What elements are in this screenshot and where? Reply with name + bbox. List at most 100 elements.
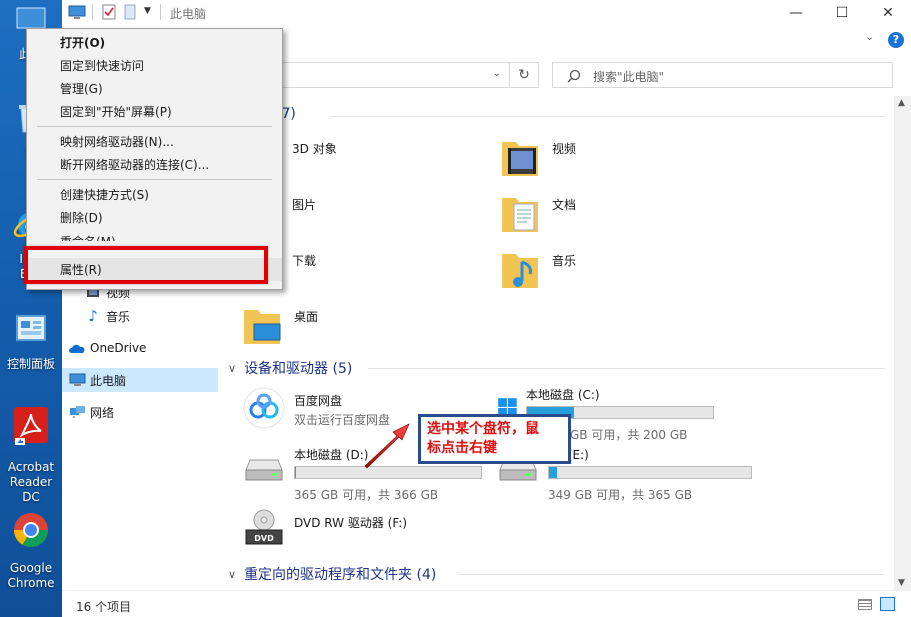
folder-name: 文档 [552,198,577,212]
qat-dropdown-icon[interactable]: ▼ [144,6,151,16]
nav-item-label: OneDrive [90,341,147,355]
folder-documents[interactable]: 文档 [500,192,720,240]
drive-f-dvd[interactable]: DVD DVD RW 驱动器 (F:) [242,508,492,560]
vertical-scrollbar[interactable]: ▲ ▼ [894,96,911,590]
group-divider [330,116,885,117]
desktop-icon-acrobat[interactable]: Acrobat Reader DC [0,405,62,505]
drive-free-space: GB 可用，共 200 GB [570,428,688,442]
control-panel-icon [16,315,46,341]
folder-name: 音乐 [552,254,577,268]
help-icon[interactable]: ? [888,32,904,48]
computer-icon [68,5,86,19]
group-title: 设备和驱动器 (5) [244,361,353,377]
network-icon [68,404,86,420]
desktop-icon-label: Acrobat Reader DC [7,460,55,504]
acrobat-reader-icon [14,407,48,445]
desktop-icon-label: 控制面板 [6,357,55,371]
drive-free-space: 365 GB 可用，共 366 GB [294,488,439,502]
chrome-icon [14,513,48,547]
folder-videos[interactable]: 视频 [500,136,720,184]
drive-usage-fill [549,467,558,478]
expand-ribbon-icon[interactable]: ⌄ [865,30,874,43]
nav-item-label: 此电脑 [90,373,127,388]
minimize-button[interactable]: — [773,0,819,26]
nav-item-onedrive[interactable]: OneDrive [62,336,218,360]
search-icon [567,69,581,83]
scroll-up-icon[interactable]: ▲ [898,98,905,108]
drive-free-space: 349 GB 可用，共 365 GB [548,488,693,502]
menu-item-delete[interactable]: 删除(D) [27,206,282,229]
collapse-chevron-icon: ∨ [228,361,237,375]
refresh-button[interactable]: ↻ [509,62,539,88]
folder-music[interactable]: 音乐 [500,248,720,296]
nav-item-music[interactable]: ♪ 音乐 [62,304,218,328]
dvd-drive-icon: DVD [245,509,283,545]
folder-name: 图片 [292,198,317,212]
baidu-netdisk-icon [243,387,285,429]
menu-item-disconnect-drive[interactable]: 断开网络驱动器的连接(C)... [27,153,282,176]
qat-divider [160,4,161,20]
redirected-group-header[interactable]: ∨ 重定向的驱动程序和文件夹 (4) [228,564,436,584]
drive-name: 百度网盘 [294,394,343,408]
folder-name: 桌面 [294,310,319,324]
properties-icon[interactable] [102,4,116,20]
qat-divider [92,4,93,20]
nav-item-network[interactable]: 网络 [62,400,218,424]
annotation-line: 标点击右键 [427,440,497,456]
menu-separator [37,126,272,127]
dvd-label: DVD [254,534,274,543]
folder-desktop[interactable]: 桌面 [242,304,462,352]
folder-name: 3D 对象 [292,142,337,156]
drive-name: 本地磁盘 (C:) [526,388,600,402]
annotation-callout: 选中某个盘符，鼠 标点击右键 [418,414,571,464]
hard-drive-icon [245,459,283,481]
videos-folder-icon [502,142,538,176]
annotation-line: 选中某个盘符，鼠 [427,421,539,437]
maximize-button[interactable]: ☐ [819,0,865,26]
address-dropdown-icon[interactable]: ⌄ [493,68,501,79]
music-icon: ♪ [88,307,98,325]
desktop-icon-control-panel[interactable]: 控制面板 [0,310,62,372]
group-divider [368,368,885,369]
computer-icon [68,372,86,388]
menu-item-rename[interactable]: 重命名(M) [27,229,282,241]
address-input[interactable]: ⌄ [278,62,510,88]
search-placeholder: 搜索"此电脑" [593,70,665,84]
documents-folder-icon [502,198,538,232]
menu-item-pin-start[interactable]: 固定到"开始"屏幕(P) [27,100,282,123]
devices-group-header[interactable]: ∨ 设备和驱动器 (5) [228,358,352,378]
onedrive-icon [68,340,86,356]
close-button[interactable]: ✕ [865,0,911,26]
collapse-chevron-icon: ∨ [228,567,237,581]
scroll-down-icon[interactable]: ▼ [898,578,905,588]
item-count: 16 个项目 [76,600,132,614]
desktop-icon-chrome[interactable]: Google Chrome [0,510,62,591]
status-bar: 16 个项目 [62,590,911,617]
menu-separator [37,179,272,180]
annotation-arrow-icon [364,423,410,469]
large-icons-view-icon[interactable] [880,597,895,611]
menu-item-pin-quick-access[interactable]: 固定到快速访问 [27,54,282,77]
menu-item-manage[interactable]: 管理(G) [27,77,282,100]
menu-item-open[interactable]: 打开(O) [27,31,282,54]
highlight-box [24,246,268,284]
nav-item-label: 网络 [90,405,115,420]
window-title: 此电脑 [170,7,207,21]
content-pane: (7) 3D 对象 视频 图片 文档 下载 音乐 桌面 ∨ 设备和驱动器 (5)… [218,96,894,590]
menu-item-map-drive[interactable]: 映射网络驱动器(N)... [27,130,282,153]
desktop-icon-label: Google Chrome [7,561,55,590]
group-title: 重定向的驱动程序和文件夹 (4) [244,567,437,583]
drive-name: DVD RW 驱动器 (F:) [294,516,408,530]
new-folder-icon[interactable] [124,4,136,20]
details-view-icon[interactable] [858,599,872,610]
desktop-folder-icon [244,310,281,344]
drive-usage-bar [548,466,752,479]
group-divider [458,574,885,575]
title-bar: ▼ 此电脑 — ☐ ✕ [62,0,911,26]
folder-name: 下载 [292,254,317,268]
search-input[interactable]: 搜索"此电脑" [552,62,893,88]
menu-item-create-shortcut[interactable]: 创建快捷方式(S) [27,183,282,206]
nav-item-label: 音乐 [106,309,131,324]
nav-item-this-pc[interactable]: 此电脑 [62,368,218,392]
folder-name: 视频 [552,142,577,156]
